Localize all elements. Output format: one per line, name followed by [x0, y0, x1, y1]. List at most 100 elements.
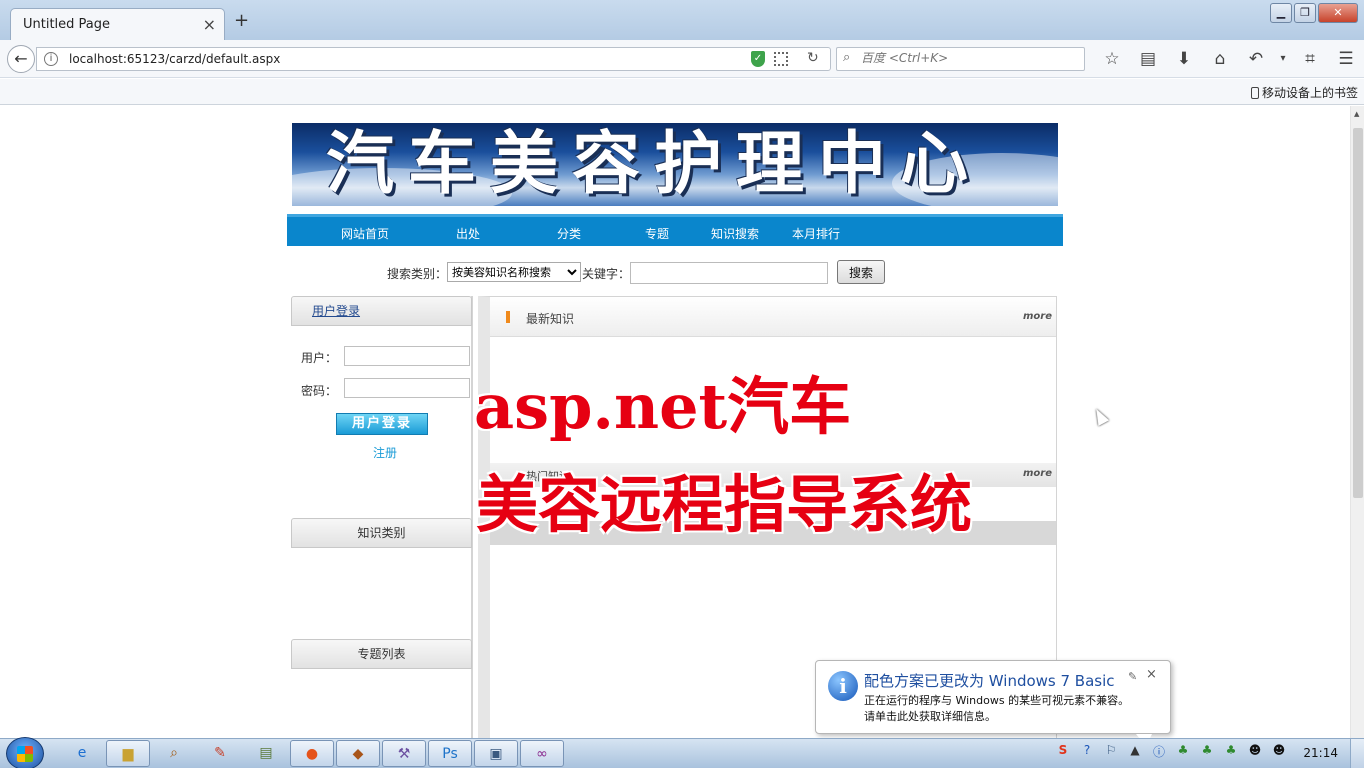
- minimize-button[interactable]: ▁: [1270, 3, 1292, 23]
- nav-knowledge-search[interactable]: 知识搜索: [711, 225, 759, 242]
- login-button[interactable]: 用户登录: [336, 413, 428, 435]
- download-icon[interactable]: ⬇: [1166, 48, 1202, 70]
- latest-knowledge-title: 最新知识: [526, 312, 575, 326]
- explorer-icon[interactable]: ▆: [106, 740, 150, 767]
- tab-close-icon[interactable]: ×: [203, 15, 216, 34]
- password-field[interactable]: [344, 378, 470, 398]
- qr-icon[interactable]: [774, 52, 788, 66]
- reading-list-icon[interactable]: ▤: [1130, 48, 1166, 70]
- photoshop-icon[interactable]: Ps: [428, 740, 472, 767]
- bookmark-bar: 移动设备上的书签: [0, 79, 1364, 105]
- search-tool-icon[interactable]: ⌕: [152, 740, 196, 767]
- info-icon[interactable]: i: [44, 52, 58, 66]
- pin-icon[interactable]: ✎: [1128, 670, 1137, 683]
- overlay-caption-line2: 美容远程指导系统: [476, 468, 973, 541]
- login-heading[interactable]: 用户登录: [291, 296, 472, 326]
- sogou-icon[interactable]: S: [1055, 743, 1071, 761]
- page-scrollbar[interactable]: ▲: [1350, 106, 1364, 738]
- star-icon[interactable]: ☆: [1094, 48, 1130, 70]
- ie-icon[interactable]: e: [60, 740, 104, 767]
- browser-titlebar: Untitled Page × + ▁ ❐ ✕: [0, 0, 1364, 40]
- qq-icon[interactable]: ☻: [1247, 743, 1263, 761]
- tray-app-2-icon[interactable]: ♣: [1199, 743, 1215, 761]
- dropdown-icon[interactable]: ▾: [1274, 48, 1292, 70]
- notification-balloon[interactable]: i 配色方案已更改为 Windows 7 Basic ✎ × 正在运行的程序与 …: [815, 660, 1171, 746]
- reload-icon[interactable]: ↻: [807, 50, 819, 66]
- home-icon[interactable]: ⌂: [1202, 48, 1238, 70]
- book-icon[interactable]: ◆: [336, 740, 380, 767]
- info-tray-icon[interactable]: ⓘ: [1151, 743, 1167, 761]
- scroll-thumb[interactable]: [1353, 128, 1363, 498]
- back-icon[interactable]: ←: [7, 45, 35, 73]
- help-icon[interactable]: ?: [1079, 743, 1095, 761]
- system-tray: S ? ⚐ ▲ ⓘ ♣ ♣ ♣ ☻ ☻: [1055, 743, 1287, 761]
- screenshot-icon[interactable]: ⌗: [1292, 48, 1328, 70]
- search-input[interactable]: [861, 51, 1076, 65]
- start-button[interactable]: [6, 737, 44, 768]
- mobile-bookmarks-label: 移动设备上的书签: [1261, 86, 1358, 100]
- url-text[interactable]: localhost:65123/carzd/default.aspx: [69, 52, 280, 66]
- phone-icon: [1250, 87, 1259, 99]
- new-tab-button[interactable]: +: [234, 10, 249, 31]
- menu-icon[interactable]: ☰: [1328, 48, 1364, 70]
- qq-2-icon[interactable]: ☻: [1271, 743, 1287, 761]
- site-banner: 汽车美容护理中心: [292, 123, 1058, 206]
- nav-category[interactable]: 分类: [557, 225, 581, 242]
- address-bar[interactable]: i localhost:65123/carzd/default.aspx ✓ ↻: [36, 47, 831, 71]
- search-button[interactable]: 搜索: [837, 260, 885, 284]
- taskbar-apps: e ▆ ⌕ ✎ ▤ ● ◆ ⚒ Ps ▣ ∞: [60, 740, 564, 767]
- search-category-select[interactable]: 按美容知识名称搜索: [447, 262, 581, 282]
- register-link[interactable]: 注册: [373, 444, 397, 461]
- info-balloon-icon: i: [828, 671, 858, 701]
- tray-app-1-icon[interactable]: ♣: [1175, 743, 1191, 761]
- notification-body: 正在运行的程序与 Windows 的某些可视元素不兼容。 请单击此处获取详细信息…: [864, 693, 1129, 725]
- tab-untitled-page[interactable]: Untitled Page ×: [10, 8, 225, 40]
- topic-list-heading: 专题列表: [291, 639, 472, 669]
- latest-knowledge-header: 最新知识 more: [490, 297, 1056, 337]
- notification-close-icon[interactable]: ×: [1146, 667, 1157, 682]
- overlay-caption-line1: asp.net汽车: [474, 370, 852, 443]
- network-icon[interactable]: ⚐: [1103, 743, 1119, 761]
- username-field[interactable]: [344, 346, 470, 366]
- firefox-icon[interactable]: ●: [290, 740, 334, 767]
- toolbar: ☆ ▤ ⬇ ⌂ ↶ ▾ ⌗ ☰: [1094, 48, 1364, 70]
- web-page: 汽车美容护理中心 网站首页 出处 分类 专题 知识搜索 本月排行 搜索类别： 按…: [0, 106, 1350, 738]
- nav-topic[interactable]: 专题: [645, 225, 669, 242]
- left-column: 用户登录 用户： 密码： 用户登录 注册 知识类别 专题列表: [287, 296, 473, 738]
- mobile-bookmarks-link[interactable]: 移动设备上的书签: [1250, 84, 1358, 101]
- shield-icon[interactable]: ✓: [751, 51, 765, 67]
- orange-marker: [506, 311, 510, 323]
- window-controls: ▁ ❐ ✕: [1270, 3, 1358, 23]
- notepad-icon[interactable]: ▤: [244, 740, 288, 767]
- nav-monthly-ranking[interactable]: 本月排行: [792, 225, 840, 242]
- window-icon[interactable]: ▣: [474, 740, 518, 767]
- notification-line2: 请单击此处获取详细信息。: [864, 710, 996, 723]
- show-desktop-button[interactable]: [1350, 739, 1364, 768]
- notification-title: 配色方案已更改为 Windows 7 Basic: [864, 672, 1115, 690]
- taskbar-clock[interactable]: 21:14: [1303, 746, 1338, 760]
- latest-more-link[interactable]: more: [1023, 311, 1052, 322]
- browser-navbar: ← i localhost:65123/carzd/default.aspx ✓…: [0, 40, 1364, 78]
- tools-icon[interactable]: ⚒: [382, 740, 426, 767]
- arrow-up-icon[interactable]: ▲: [1127, 743, 1143, 761]
- search-bar[interactable]: ⌕: [836, 47, 1085, 71]
- main-nav: 网站首页 出处 分类 专题 知识搜索 本月排行: [287, 214, 1063, 246]
- password-label: 密码：: [301, 384, 338, 398]
- paint-icon[interactable]: ✎: [198, 740, 242, 767]
- username-label: 用户：: [301, 351, 338, 365]
- restore-button[interactable]: ❐: [1294, 3, 1316, 23]
- banner-title: 汽车美容护理中心: [326, 124, 983, 204]
- windows-logo-icon: [17, 746, 33, 762]
- app-icon[interactable]: ∞: [520, 740, 564, 767]
- undo-icon[interactable]: ↶: [1238, 48, 1274, 70]
- nav-home[interactable]: 网站首页: [341, 225, 389, 242]
- scroll-up-icon[interactable]: ▲: [1354, 110, 1359, 118]
- keyword-input[interactable]: [630, 262, 828, 284]
- notification-line1: 正在运行的程序与 Windows 的某些可视元素不兼容。: [864, 694, 1130, 707]
- hot-more-link[interactable]: more: [1023, 468, 1052, 479]
- close-window-button[interactable]: ✕: [1318, 3, 1358, 23]
- tab-title: Untitled Page: [23, 17, 111, 32]
- nav-source[interactable]: 出处: [456, 225, 480, 242]
- tray-app-3-icon[interactable]: ♣: [1223, 743, 1239, 761]
- keyword-label: 关键字：: [582, 267, 631, 281]
